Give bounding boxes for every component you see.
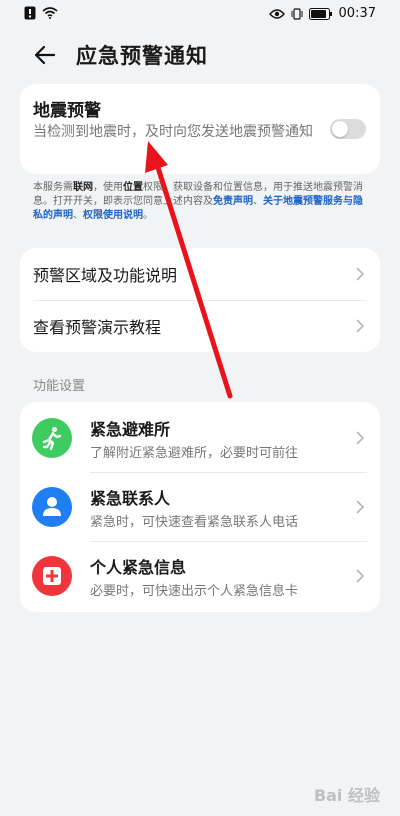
running-person-icon (32, 418, 72, 458)
chevron-right-icon (356, 267, 364, 281)
section-title: 功能设置 (33, 379, 86, 394)
status-bar: 00:37 (0, 0, 400, 28)
toggle-knob (332, 121, 348, 137)
service-notice: 本服务需联网，使用位置权限，获取设备和位置信息，用于推送地震预警消息。打开开关，… (33, 181, 369, 223)
personal-emergency-info-row[interactable]: 个人紧急信息 必要时，可快速出示个人紧急信息卡 (20, 542, 380, 610)
notice-separator: 、 (253, 196, 263, 207)
chevron-right-icon (356, 500, 364, 514)
disclaimer-link[interactable]: 免责声明 (213, 196, 253, 207)
feature-settings-card: 紧急避难所 了解附近紧急避难所，必要时可前往 紧急联系人 紧急时，可快速查看紧急… (20, 402, 380, 612)
earthquake-warning-card: 地震预警 当检测到地震时，及时向您发送地震预警通知 (20, 84, 380, 174)
feature-title: 个人紧急信息 (90, 558, 187, 577)
vibrate-icon (291, 7, 303, 20)
chevron-right-icon (356, 319, 364, 333)
chevron-right-icon (356, 569, 364, 583)
notice-network: 联网 (73, 182, 93, 193)
earthquake-warning-title: 地震预警 (33, 101, 101, 121)
feature-subtitle: 紧急时，可快速查看紧急联系人电话 (90, 515, 299, 530)
notice-text: 。 (143, 210, 153, 221)
page-title: 应急预警通知 (76, 44, 208, 68)
alert-icon (24, 6, 36, 20)
row-label: 预警区域及功能说明 (33, 266, 178, 285)
notice-text: ，使用 (93, 182, 123, 193)
header: 应急预警通知 (0, 36, 400, 76)
notice-separator: 、 (73, 210, 83, 221)
feature-subtitle: 了解附近紧急避难所，必要时可前往 (90, 446, 299, 461)
battery-icon (308, 7, 332, 20)
earthquake-warning-toggle[interactable] (330, 119, 366, 139)
notice-location: 位置 (123, 182, 143, 193)
medical-cross-icon (32, 556, 72, 596)
emergency-shelter-row[interactable]: 紧急避难所 了解附近紧急避难所，必要时可前往 (20, 404, 380, 472)
chevron-right-icon (356, 431, 364, 445)
warning-area-description-row[interactable]: 预警区域及功能说明 (20, 248, 380, 300)
eye-icon (268, 8, 285, 19)
feature-title: 紧急联系人 (90, 489, 171, 508)
clock: 00:37 (338, 6, 376, 21)
watermark: Bai 经验 (313, 786, 380, 805)
notice-text: 本服务需 (33, 182, 73, 193)
earthquake-warning-description: 当检测到地震时，及时向您发送地震预警通知 (33, 124, 313, 140)
emergency-contact-row[interactable]: 紧急联系人 紧急时，可快速查看紧急联系人电话 (20, 473, 380, 541)
demo-tutorial-row[interactable]: 查看预警演示教程 (20, 300, 380, 352)
back-arrow-icon[interactable] (32, 42, 58, 68)
feature-title: 紧急避难所 (90, 420, 171, 439)
wifi-icon (42, 7, 58, 19)
feature-subtitle: 必要时，可快速出示个人紧急信息卡 (90, 584, 299, 599)
row-label: 查看预警演示教程 (33, 318, 162, 337)
permission-usage-link[interactable]: 权限使用说明 (83, 210, 143, 221)
info-card: 预警区域及功能说明 查看预警演示教程 (20, 248, 380, 352)
contact-person-icon (32, 487, 72, 527)
